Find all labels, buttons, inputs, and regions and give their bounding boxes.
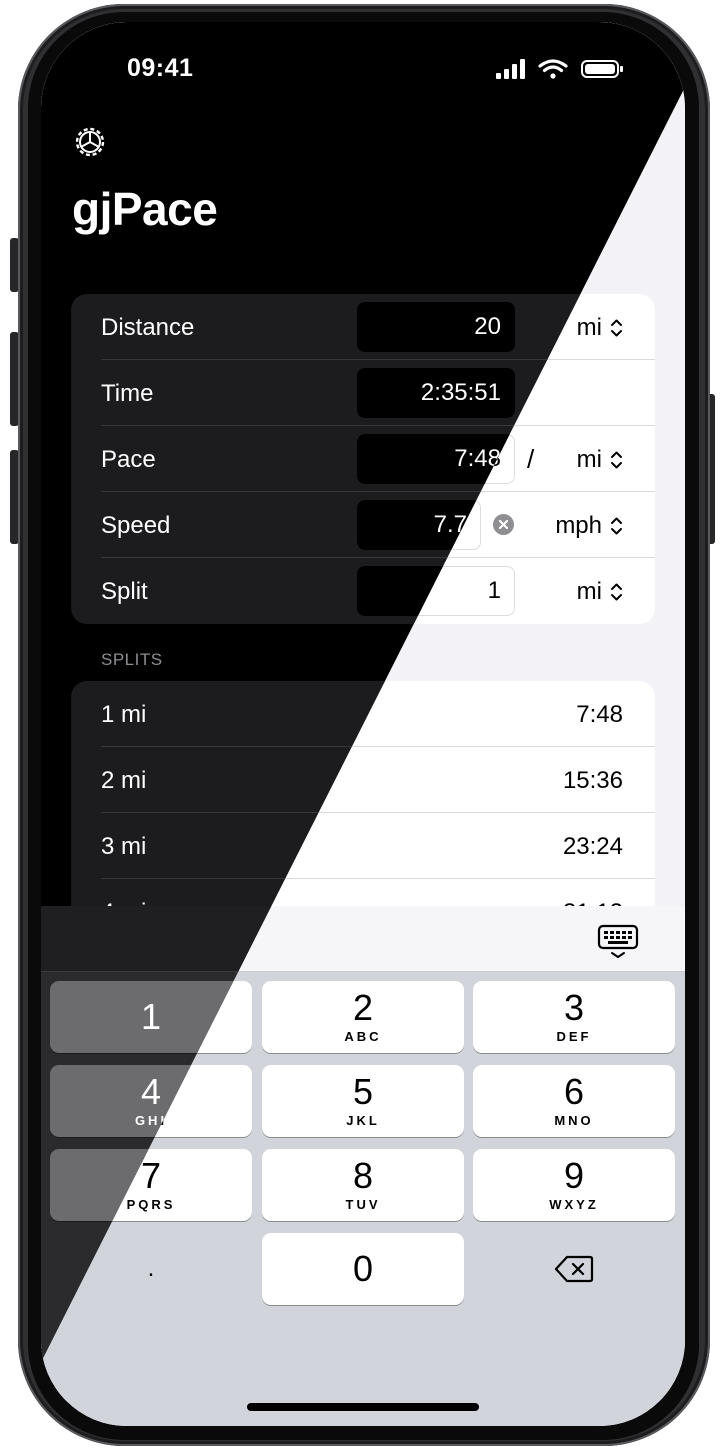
- signal-icon: [496, 59, 525, 79]
- split-time: 7:48: [576, 701, 623, 728]
- chevron-up-down-icon: [611, 517, 622, 535]
- phone-screen: 09:41 gjPace Distanc: [41, 22, 685, 1426]
- time-field[interactable]: 2:35:51: [357, 368, 515, 418]
- key-3[interactable]: 3DEF: [473, 981, 675, 1053]
- split-distance: 1 mi: [101, 701, 147, 728]
- status-time: 09:41: [127, 54, 194, 82]
- chevron-up-down-icon: [611, 583, 622, 601]
- split-unit-picker[interactable]: mi: [577, 578, 623, 606]
- key-6[interactable]: 6MNO: [473, 1065, 675, 1137]
- distance-unit: mi: [576, 314, 602, 341]
- key-delete[interactable]: [473, 1233, 675, 1305]
- split-distance: 3 mi: [101, 833, 147, 860]
- split-time: 23:24: [562, 833, 623, 860]
- split-time: 15:36: [562, 767, 623, 794]
- key-8[interactable]: 8TUV: [262, 1149, 464, 1221]
- keyboard-dismiss-icon[interactable]: [597, 924, 639, 960]
- pace-unit: mi: [576, 446, 602, 473]
- key-2[interactable]: 2ABC: [262, 981, 464, 1053]
- home-indicator: [247, 1403, 479, 1411]
- delete-backspace-icon: [554, 1255, 594, 1283]
- distance-field[interactable]: 20: [357, 302, 515, 352]
- chevron-up-down-icon: [611, 319, 622, 337]
- distance-unit-picker[interactable]: mi: [577, 314, 623, 342]
- splits-section-header: SPLITS: [101, 650, 163, 669]
- split-unit: mi: [576, 578, 602, 605]
- split-distance: 2 mi: [101, 767, 147, 794]
- gear-icon[interactable]: [72, 124, 108, 160]
- status-icons: [496, 59, 623, 79]
- clear-text-icon[interactable]: [493, 514, 514, 535]
- speed-unit: mph: [555, 512, 602, 539]
- split-label: Split: [101, 578, 148, 605]
- pace-label: Pace: [101, 446, 156, 473]
- key-5[interactable]: 5JKL: [262, 1065, 464, 1137]
- speed-label: Speed: [101, 512, 171, 539]
- key-9[interactable]: 9WXYZ: [473, 1149, 675, 1221]
- chevron-up-down-icon: [611, 451, 622, 469]
- battery-icon: [581, 60, 623, 78]
- time-label: Time: [101, 380, 154, 407]
- app-title: gjPace: [72, 183, 218, 235]
- per-separator: /: [527, 444, 535, 474]
- wifi-icon: [538, 59, 568, 79]
- key-0[interactable]: 0: [262, 1233, 464, 1305]
- pace-unit-picker[interactable]: mi: [577, 446, 623, 474]
- speed-unit-picker[interactable]: mph: [555, 512, 623, 540]
- distance-label: Distance: [101, 314, 195, 341]
